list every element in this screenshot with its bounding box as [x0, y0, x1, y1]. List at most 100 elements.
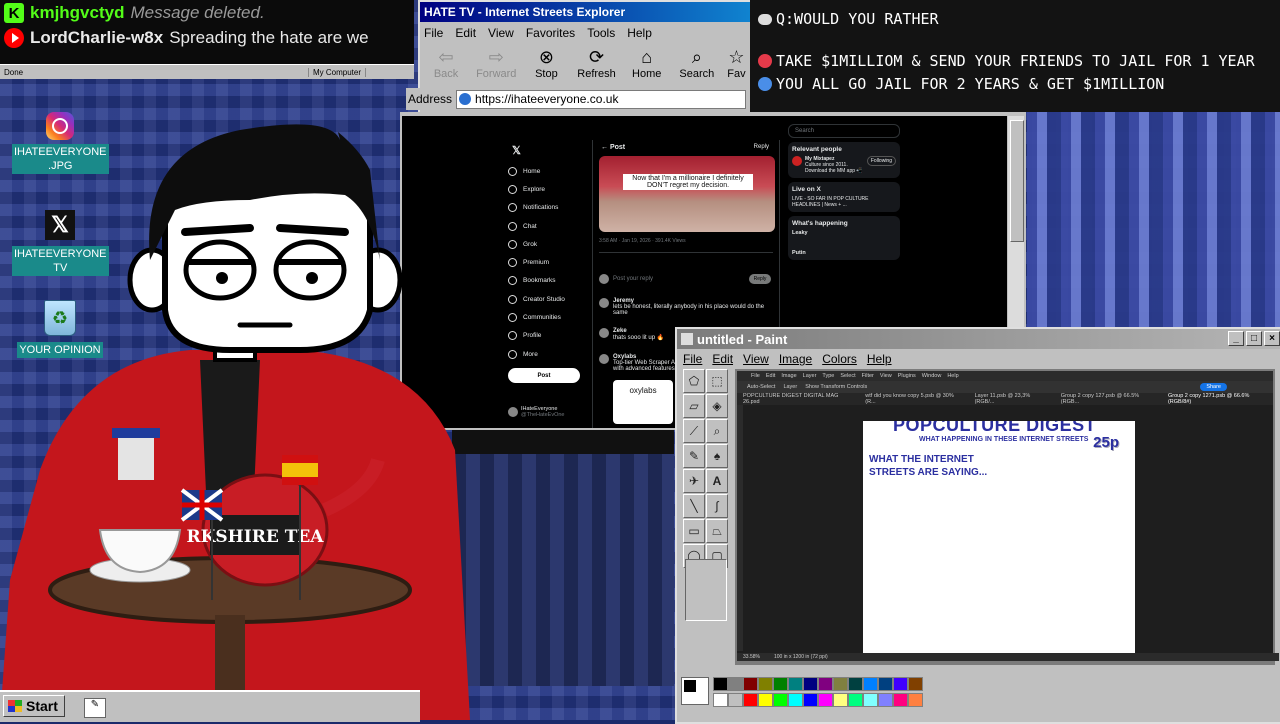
color-swatch[interactable]	[893, 677, 908, 691]
canvas-area[interactable]: File Edit Image Layer Type Select Filter View Pl…	[735, 369, 1279, 665]
color-swatch[interactable]	[863, 677, 878, 691]
nav-chat[interactable]: Chat	[508, 217, 588, 235]
address-input[interactable]: https://ihateeveryone.co.uk	[456, 89, 746, 109]
color-swatch[interactable]	[758, 693, 773, 707]
menu-view[interactable]: View	[743, 352, 769, 366]
fill-icon[interactable]: ◈	[706, 394, 728, 418]
nav-communities[interactable]: Communities	[508, 308, 588, 326]
nav-premium[interactable]: Premium	[508, 253, 588, 271]
back-button[interactable]: ⇦ Back	[424, 46, 468, 80]
brush-icon[interactable]: ♠	[706, 444, 728, 468]
menu-edit[interactable]: Edit	[455, 26, 476, 40]
nav-grok[interactable]: Grok	[508, 235, 588, 253]
search-input[interactable]: Search	[788, 124, 900, 138]
eraser-icon[interactable]: ▱	[683, 394, 705, 418]
x-logo-icon[interactable]: 𝕏	[512, 144, 521, 157]
home-button[interactable]: ⌂ Home	[625, 46, 669, 80]
reply-item[interactable]: Jeremy lets be honest, literally anybody …	[599, 298, 769, 316]
nav-profile[interactable]: Profile	[508, 327, 588, 345]
search-button[interactable]: ⌕ Search	[675, 46, 719, 80]
color-swatch[interactable]	[908, 693, 923, 707]
color-swatch[interactable]	[893, 693, 908, 707]
nav-notifications[interactable]: Notifications	[508, 199, 588, 217]
menu-file[interactable]: File	[683, 352, 702, 366]
ad-card[interactable]: oxylabs	[613, 380, 673, 424]
chat-username: LordCharlie-w8x	[30, 28, 164, 47]
profile-chip[interactable]: IHateEveryone @TheHateEvOne	[508, 406, 565, 418]
color-swatch[interactable]	[833, 677, 848, 691]
color-swatch[interactable]	[713, 677, 728, 691]
color-swatch[interactable]	[743, 677, 758, 691]
stop-button[interactable]: ⊗ Stop	[524, 46, 568, 80]
color-swatch[interactable]	[878, 677, 893, 691]
nav-creator-studio[interactable]: Creator Studio	[508, 290, 588, 308]
menu-help[interactable]: Help	[627, 26, 652, 40]
menu-image[interactable]: Image	[779, 352, 812, 366]
line-icon[interactable]: ╲	[683, 494, 705, 518]
polygon-icon[interactable]: ⏢	[706, 519, 728, 543]
trend-item[interactable]: Leaky	[792, 230, 896, 236]
post-button[interactable]: Post	[508, 368, 580, 383]
color-swatch[interactable]	[848, 677, 863, 691]
color-swatch[interactable]	[788, 693, 803, 707]
color-swatch[interactable]	[848, 693, 863, 707]
menu-view[interactable]: View	[488, 26, 514, 40]
start-button[interactable]: Start	[3, 695, 65, 717]
color-swatch[interactable]	[803, 693, 818, 707]
color-swatch[interactable]	[833, 693, 848, 707]
menu-tools[interactable]: Tools	[587, 26, 615, 40]
reply-link[interactable]: Reply	[754, 144, 769, 150]
color-swatch[interactable]	[758, 677, 773, 691]
color-swatch[interactable]	[728, 693, 743, 707]
forward-button[interactable]: ⇨ Forward	[474, 46, 518, 80]
free-select-icon[interactable]: ⬠	[683, 369, 705, 393]
color-swatch[interactable]	[773, 677, 788, 691]
nav-bookmarks[interactable]: Bookmarks	[508, 272, 588, 290]
minimize-button[interactable]: _	[1228, 331, 1244, 346]
rect-select-icon[interactable]: ⬚	[706, 369, 728, 393]
color-swatch[interactable]	[863, 693, 878, 707]
color-swatch[interactable]	[713, 693, 728, 707]
reply-compose[interactable]: Post your reply	[599, 274, 653, 284]
color-swatch[interactable]	[773, 693, 788, 707]
pencil-icon[interactable]: ✎	[683, 444, 705, 468]
close-button[interactable]: ×	[1264, 331, 1280, 346]
ps-status-bar: 33.58% 100 in x 1200 in (72 ppi)	[737, 653, 1279, 661]
favorites-button[interactable]: ☆ Fav	[725, 46, 748, 80]
color-swatch[interactable]	[878, 693, 893, 707]
color-swatch[interactable]	[728, 677, 743, 691]
menu-favorites[interactable]: Favorites	[526, 26, 575, 40]
menu-file[interactable]: File	[424, 26, 443, 40]
airbrush-icon[interactable]: ✈	[683, 469, 705, 493]
scroll-thumb[interactable]	[1010, 120, 1024, 242]
trend-item[interactable]: Putin	[792, 250, 896, 256]
reply-button[interactable]: Reply	[749, 274, 771, 284]
menu-edit[interactable]: Edit	[712, 352, 733, 366]
color-swatch[interactable]	[803, 677, 818, 691]
nav-explore[interactable]: Explore	[508, 180, 588, 198]
menu-help[interactable]: Help	[867, 352, 892, 366]
nav-home[interactable]: Home	[508, 162, 588, 180]
nav-more[interactable]: More	[508, 345, 588, 363]
avatar	[792, 156, 802, 166]
current-colors[interactable]	[681, 677, 709, 705]
color-swatch[interactable]	[788, 677, 803, 691]
rectangle-icon[interactable]: ▭	[683, 519, 705, 543]
status-zone: My Computer	[309, 67, 367, 77]
maximize-button[interactable]: □	[1246, 331, 1262, 346]
color-swatch[interactable]	[743, 693, 758, 707]
magnifier-icon[interactable]: ⌕	[706, 419, 728, 443]
curve-icon[interactable]: ∫	[706, 494, 728, 518]
menu-colors[interactable]: Colors	[822, 352, 857, 366]
quick-launch-icon[interactable]: ✎	[84, 698, 106, 718]
color-swatch[interactable]	[908, 677, 923, 691]
text-icon[interactable]: A	[706, 469, 728, 493]
refresh-button[interactable]: ⟳ Refresh	[574, 46, 618, 80]
following-button[interactable]: Following	[866, 156, 896, 166]
color-swatch[interactable]	[818, 693, 833, 707]
color-picker-icon[interactable]: ⟋	[683, 419, 705, 443]
taskbar: Start ✎	[0, 690, 420, 722]
post-image[interactable]: Now that I'm a millionaire I definitely …	[599, 156, 775, 232]
color-swatch[interactable]	[818, 677, 833, 691]
live-item[interactable]: LIVE - SO FAR IN POP CULTURE HEADLINES |…	[792, 196, 896, 208]
